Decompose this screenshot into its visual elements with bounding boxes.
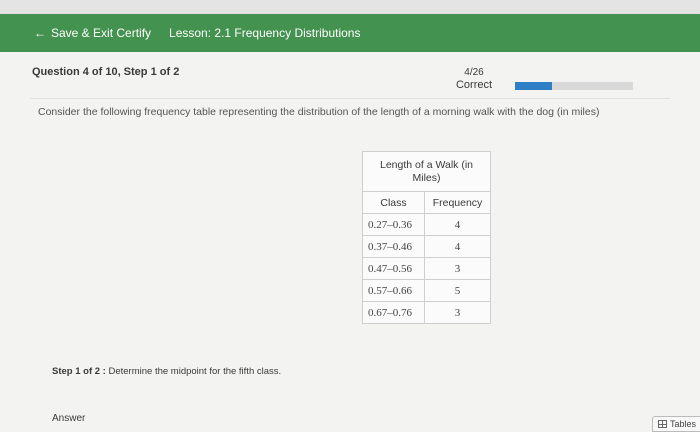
app-header: ← Save & Exit Certify Lesson: 2.1 Freque… [0, 14, 700, 52]
frequency-cell: 3 [424, 301, 491, 324]
column-header-class: Class [362, 191, 425, 214]
class-cell: 0.47–0.56 [362, 257, 425, 280]
answer-label: Answer [52, 413, 86, 424]
table-caption: Length of a Walk (in Miles) [362, 151, 491, 192]
table-row: 0.27–0.36 4 [362, 213, 491, 236]
class-cell: 0.37–0.46 [362, 235, 425, 258]
step-instruction: Step 1 of 2 : Determine the midpoint for… [52, 366, 281, 377]
question-label: Question 4 of 10, Step 1 of 2 [32, 66, 180, 78]
lesson-title: Lesson: 2.1 Frequency Distributions [169, 26, 361, 40]
browser-top-strip [0, 0, 700, 14]
frequency-cell: 4 [424, 235, 491, 258]
frequency-cell: 3 [424, 257, 491, 280]
column-header-frequency: Frequency [424, 191, 491, 214]
question-prompt: Consider the following frequency table r… [38, 106, 600, 118]
score-status: Correct [455, 79, 493, 91]
frequency-table: Length of a Walk (in Miles) Class Freque… [362, 151, 491, 324]
score-display: 4/26 Correct [448, 66, 500, 92]
table-row: 0.47–0.56 3 [362, 257, 491, 280]
table-row: 0.37–0.46 4 [362, 235, 491, 258]
table-row: 0.57–0.66 5 [362, 279, 491, 302]
save-exit-label: Save & Exit Certify [51, 26, 152, 40]
frequency-cell: 4 [424, 213, 491, 236]
table-caption-line1: Length of a Walk (in [380, 158, 473, 171]
tables-button[interactable]: Tables [652, 416, 700, 432]
class-cell: 0.67–0.76 [362, 301, 425, 324]
back-arrow-icon: ← [34, 26, 46, 40]
progress-fill [515, 82, 552, 90]
step-prefix: Step 1 of 2 : [52, 366, 106, 377]
class-cell: 0.27–0.36 [362, 213, 425, 236]
step-text: Determine the midpoint for the fifth cla… [108, 366, 282, 377]
table-grid-icon [658, 420, 667, 428]
table-row: 0.67–0.76 3 [362, 301, 491, 324]
save-exit-button[interactable]: ← Save & Exit Certify [30, 22, 155, 44]
progress-bar [515, 82, 633, 90]
divider [30, 98, 670, 99]
score-value: 4/26 [464, 67, 484, 78]
class-cell: 0.57–0.66 [362, 279, 425, 302]
tables-button-label: Tables [670, 419, 697, 429]
table-caption-line2: Miles) [412, 171, 441, 184]
frequency-cell: 5 [424, 279, 491, 302]
